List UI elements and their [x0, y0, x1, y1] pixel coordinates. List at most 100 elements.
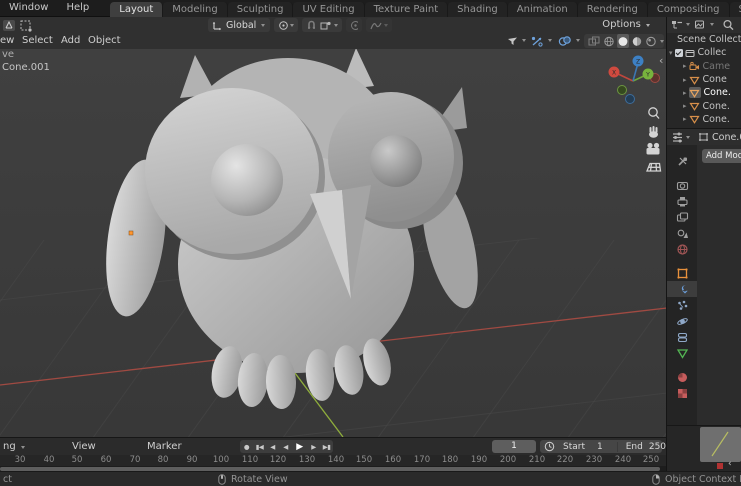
timeline-keying-menu[interactable]: ng — [3, 438, 25, 455]
shading-material-icon[interactable] — [631, 34, 643, 48]
tab-modifiers-icon[interactable] — [667, 281, 697, 297]
snap-controls[interactable] — [302, 18, 342, 32]
tab-view-layer-icon[interactable] — [667, 209, 697, 225]
tab-uv-editing[interactable]: UV Editing — [293, 2, 364, 17]
viewport-canvas: ve Cone.001 X Y Z — [0, 49, 667, 437]
orientation-icon — [212, 20, 223, 31]
tab-physics-icon[interactable] — [667, 313, 697, 329]
play-button[interactable]: ▶ — [292, 440, 307, 453]
timeline-ruler[interactable]: 30 40 50 60 70 80 90 100 110 120 130 140… — [0, 455, 667, 466]
timeline-marker-menu[interactable]: Marker — [147, 438, 182, 455]
scroll-left-arrow[interactable]: ‹ — [728, 459, 732, 469]
outliner-row-cone-003[interactable]: ▸ Cone. — [667, 113, 741, 126]
tab-compositing[interactable]: Compositing — [648, 2, 730, 17]
connector-arrow-icon: ▸ — [683, 102, 687, 110]
tab-output-icon[interactable] — [667, 193, 697, 209]
collection-checkbox[interactable] — [675, 49, 683, 57]
visibility-caret[interactable] — [522, 39, 526, 42]
timeline-view-menu[interactable]: View — [72, 438, 96, 455]
shading-rendered-icon[interactable] — [645, 34, 657, 48]
tab-texture-paint[interactable]: Texture Paint — [365, 2, 449, 17]
tab-constraints-icon[interactable] — [667, 329, 697, 345]
overlays-caret[interactable] — [576, 39, 580, 42]
properties-editor-icon[interactable] — [671, 130, 684, 144]
options-menu[interactable]: Options — [602, 17, 650, 33]
outliner-label: Cone. — [703, 114, 730, 125]
sidebar-collapse-arrow[interactable]: ‹ — [659, 54, 663, 67]
connector-arrow-icon: ▸ — [683, 62, 687, 70]
outliner-filter-icon[interactable] — [694, 18, 706, 32]
record-button[interactable]: ● — [240, 440, 253, 453]
next-keyframe-button[interactable]: ▶ — [307, 440, 320, 453]
outliner-filter-caret[interactable] — [710, 23, 714, 26]
tab-rendering[interactable]: Rendering — [578, 2, 648, 17]
proportional-falloff-dropdown[interactable] — [366, 18, 392, 32]
tab-world-icon[interactable] — [667, 241, 697, 257]
view-menu[interactable]: ew — [0, 33, 14, 49]
outliner-row-cone-001-selected[interactable]: ▸ Cone. — [667, 86, 741, 99]
tab-layout[interactable]: Layout — [110, 2, 163, 17]
pan-view-icon[interactable] — [649, 126, 658, 138]
tab-modeling[interactable]: Modeling — [163, 2, 228, 17]
editor-corner-block — [700, 427, 741, 462]
viewport-3d[interactable]: ve Cone.001 X Y Z — [0, 49, 667, 437]
ruler-frame-label: 70 — [130, 455, 141, 466]
ruler-frame-label: 80 — [158, 455, 169, 466]
tab-scripting[interactable]: Scripting — [730, 2, 741, 17]
end-label: End — [617, 442, 643, 452]
shading-wireframe-icon[interactable] — [603, 34, 615, 48]
outliner-row-camera[interactable]: ▸ Came — [667, 60, 741, 73]
previous-keyframe-button[interactable]: ◀ — [266, 440, 279, 453]
menu-window[interactable]: Window — [0, 0, 57, 16]
object-menu[interactable]: Object — [88, 33, 121, 49]
outliner-search-icon[interactable] — [722, 18, 735, 32]
gizmo-minus-z[interactable] — [626, 95, 635, 104]
outliner-row-cone[interactable]: ▸ Cone — [667, 73, 741, 86]
collection-icon — [685, 48, 695, 58]
gizmo-minus-y[interactable] — [618, 86, 627, 95]
tab-shading[interactable]: Shading — [448, 2, 508, 17]
tab-material-icon[interactable] — [667, 369, 697, 385]
tab-scene-icon[interactable] — [667, 225, 697, 241]
editor-type-icon[interactable] — [2, 18, 16, 32]
outliner-display-mode-icon[interactable] — [671, 18, 683, 32]
outliner-row-collection[interactable]: ▾ Collec — [667, 46, 741, 59]
magnet-icon — [306, 20, 317, 31]
tab-sculpting[interactable]: Sculpting — [228, 2, 294, 17]
expand-arrow-icon[interactable]: ▾ — [669, 49, 673, 57]
visibility-filter-icon[interactable] — [506, 34, 519, 48]
editor-divider[interactable] — [666, 17, 667, 471]
ruler-frame-label: 130 — [299, 455, 315, 466]
outliner-mode-caret[interactable] — [686, 23, 690, 26]
shading-solid-icon[interactable] — [617, 34, 629, 48]
properties-editor-caret[interactable] — [686, 136, 690, 139]
gizmos-toggle-icon[interactable] — [530, 34, 544, 48]
object-mode-icon[interactable] — [19, 18, 33, 32]
overlays-toggle-icon[interactable] — [557, 34, 572, 48]
start-frame-field[interactable]: 1 — [597, 442, 603, 452]
jump-to-start-button[interactable]: ▮◀ — [253, 440, 266, 453]
tab-tool-icon[interactable] — [667, 153, 697, 169]
transform-orientation-dropdown[interactable]: Global — [208, 18, 270, 32]
tab-object-icon[interactable] — [667, 265, 697, 281]
jump-to-end-button[interactable]: ▶▮ — [320, 440, 333, 453]
add-menu[interactable]: Add — [61, 33, 80, 49]
tab-particles-icon[interactable] — [667, 297, 697, 313]
tab-animation[interactable]: Animation — [508, 2, 578, 17]
gizmos-caret[interactable] — [548, 39, 552, 42]
tab-texture-icon[interactable] — [667, 385, 697, 401]
add-modifier-button[interactable]: Add Modifier — [702, 149, 741, 163]
current-frame-field[interactable]: 1 — [492, 440, 536, 453]
tab-render-icon[interactable] — [667, 177, 697, 193]
xray-toggle-icon[interactable] — [588, 34, 600, 48]
play-reverse-button[interactable]: ◀ — [279, 440, 292, 453]
outliner-row-scene-collection[interactable]: Scene Collecti — [667, 33, 741, 46]
pivot-point-dropdown[interactable] — [274, 18, 298, 32]
tab-object-data-icon[interactable] — [667, 345, 697, 361]
select-menu[interactable]: Select — [22, 33, 53, 49]
menu-help[interactable]: Help — [57, 0, 98, 16]
proportional-editing-toggle[interactable] — [346, 18, 362, 32]
outliner-row-cone-002[interactable]: ▸ Cone. — [667, 99, 741, 112]
end-frame-field[interactable]: 250 — [649, 442, 666, 452]
preview-range-clock-icon[interactable] — [544, 440, 555, 454]
